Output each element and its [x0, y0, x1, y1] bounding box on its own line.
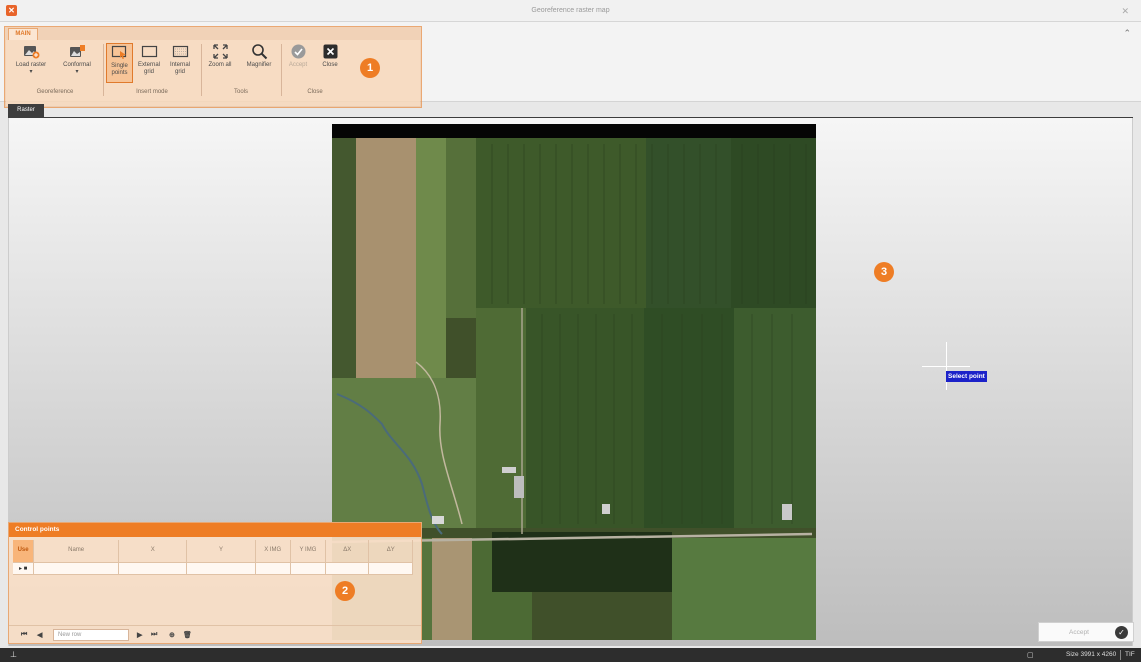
table-cell[interactable] [290, 562, 327, 575]
column-x-img[interactable]: X IMG [255, 540, 291, 563]
expand-arrows-icon [212, 44, 228, 59]
column-use[interactable]: Use [13, 540, 35, 563]
select-point-tooltip: Select point [946, 371, 987, 382]
internal-grid-button[interactable]: Internal grid [166, 43, 194, 76]
group-label-close: Close [307, 89, 323, 95]
transform-icon [69, 45, 85, 57]
check-circle-icon: ✓ [1115, 626, 1128, 639]
table-cell[interactable] [33, 562, 120, 575]
tab-raster[interactable]: Raster [8, 104, 44, 117]
tab-main[interactable]: MAIN [8, 28, 38, 40]
image-add-icon [23, 46, 39, 59]
last-record-icon[interactable]: ⏭ [151, 631, 157, 639]
table-cell[interactable] [325, 562, 370, 575]
table-cell[interactable] [186, 562, 256, 575]
close-label: Close [322, 62, 338, 68]
control-points-table: Use Name X Y X IMG Y IMG ΔX ΔY ▸ ■ [13, 540, 413, 575]
zoom-all-label: Zoom all [208, 62, 232, 68]
table-cell[interactable] [118, 562, 188, 575]
internal-grid-icon [172, 45, 188, 58]
external-grid-button[interactable]: External grid [135, 43, 163, 76]
load-raster-button[interactable]: Load raster ▾ [10, 43, 52, 76]
column-delta-x[interactable]: ΔX [325, 540, 370, 563]
close-square-icon [323, 44, 337, 59]
raster-format: TIF [1125, 651, 1135, 658]
load-raster-label: Load raster [15, 62, 47, 68]
group-label-georeference: Georeference [36, 89, 74, 95]
table-cell[interactable] [368, 562, 413, 575]
accept-ribbon-button[interactable]: Accept [284, 43, 312, 69]
status-bar: ⊥ ▢ Size 3991 x 4260 TIF [0, 648, 1141, 662]
ribbon-collapse-icon[interactable]: ⌃ [1123, 28, 1131, 39]
screen-icon: ▢ [1027, 652, 1034, 659]
zoom-all-button[interactable]: Zoom all [204, 43, 236, 69]
table-row[interactable]: ▸ ■ [13, 562, 413, 575]
single-points-label: Single points [111, 63, 128, 76]
title-bar: ✕ Georeference raster map ✕ [0, 0, 1141, 22]
add-record-icon[interactable]: ⊕ [169, 631, 175, 639]
accept-button[interactable]: Accept ✓ [1038, 622, 1134, 642]
close-button[interactable]: Close [316, 43, 344, 69]
control-points-panel: Control points Use Name X Y X IMG Y IMG … [8, 522, 422, 644]
single-points-button[interactable]: Single points [106, 43, 133, 83]
conformal-button[interactable]: Conformal ▾ [56, 43, 98, 76]
group-label-tools: Tools [233, 89, 248, 95]
external-grid-icon [141, 45, 157, 58]
table-navigator: ⏮ ◀ New row ▶ ⏭ ⊕ 🗑 [9, 625, 421, 643]
row-use-checkbox[interactable]: ▸ ■ [13, 562, 35, 575]
external-grid-label: External grid [137, 62, 160, 75]
accept-button-label: Accept [1069, 629, 1089, 636]
raster-size: Size 3991 x 4260 [1066, 651, 1117, 658]
column-delta-y[interactable]: ΔY [368, 540, 413, 563]
coordinate-axes-icon: ⊥ [10, 650, 17, 659]
accept-ribbon-label: Accept [288, 62, 308, 68]
callout-badge-1: 1 [360, 58, 380, 78]
delete-record-icon[interactable]: 🗑 [183, 631, 192, 639]
column-y-img[interactable]: Y IMG [290, 540, 327, 563]
column-name[interactable]: Name [33, 540, 120, 563]
column-y[interactable]: Y [186, 540, 256, 563]
group-label-insert-mode: Insert mode [136, 89, 168, 95]
internal-grid-label: Internal grid [169, 62, 190, 75]
app-window: ✕ Georeference raster map ✕ ⌃ MAIN Load … [0, 0, 1141, 662]
callout-badge-3: 3 [874, 262, 894, 282]
table-cell[interactable] [255, 562, 291, 575]
conformal-label: Conformal [63, 62, 91, 68]
crosshair-cursor-vertical [946, 342, 947, 390]
magnifier-button[interactable]: Magnifier [240, 43, 278, 69]
magnifier-icon [251, 44, 267, 60]
new-row-input[interactable]: New row [53, 629, 129, 641]
magnifier-label: Magnifier [246, 62, 272, 68]
window-close-icon[interactable]: ✕ [1121, 6, 1129, 17]
status-divider [1120, 650, 1121, 660]
check-circle-icon [291, 44, 305, 59]
callout-badge-2: 2 [335, 581, 355, 601]
window-title: Georeference raster map [531, 7, 610, 14]
previous-record-icon[interactable]: ◀ [37, 631, 42, 639]
single-point-icon [111, 45, 127, 59]
control-points-title: Control points [9, 523, 421, 537]
first-record-icon[interactable]: ⏮ [21, 631, 27, 639]
next-record-icon[interactable]: ▶ [137, 631, 142, 639]
column-x[interactable]: X [118, 540, 188, 563]
